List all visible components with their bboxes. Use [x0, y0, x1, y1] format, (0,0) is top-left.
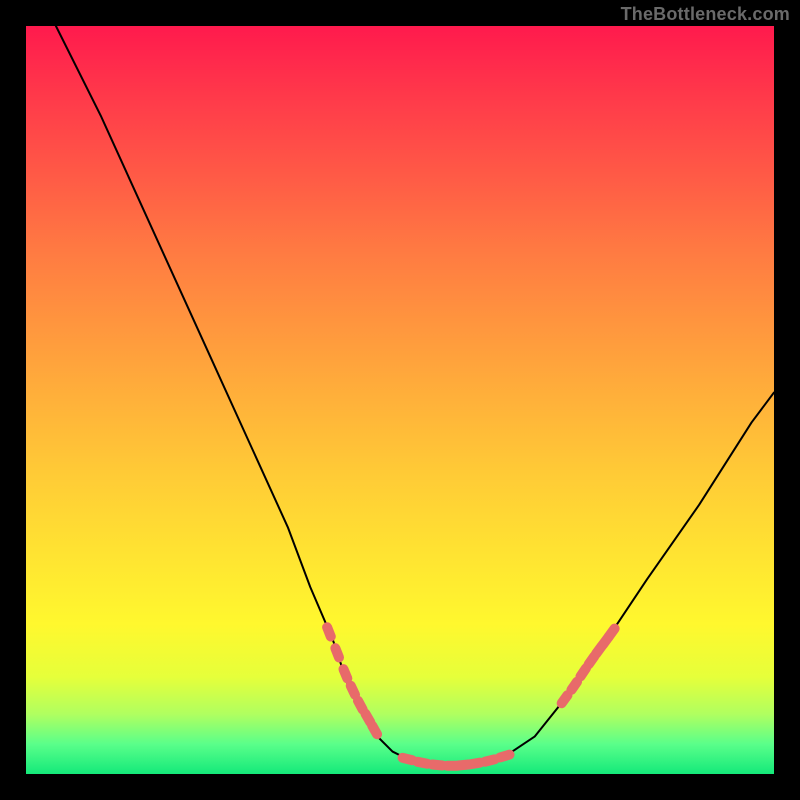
chart-svg	[26, 26, 774, 774]
chart-plot-area	[26, 26, 774, 774]
marker-point	[329, 642, 346, 664]
marker-point	[321, 621, 338, 643]
bottleneck-curve	[56, 26, 774, 766]
chart-frame: TheBottleneck.com	[0, 0, 800, 800]
marker-point	[494, 748, 516, 763]
data-markers	[321, 621, 622, 771]
watermark-text: TheBottleneck.com	[621, 4, 790, 25]
